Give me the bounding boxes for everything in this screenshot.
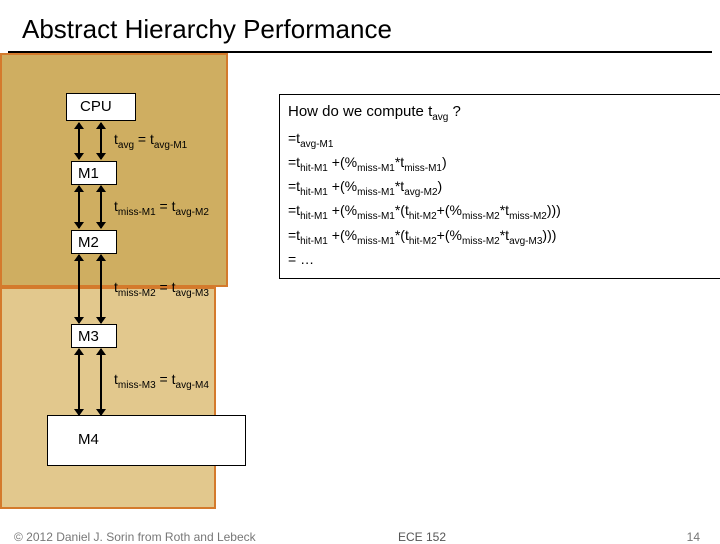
callout-line-2: =thit-M1 +(%miss-M1*tmiss-M1) [288,152,714,176]
l2-end: ) [442,154,447,170]
m4-box [47,415,246,466]
edge-eq-3-lhs: miss-M2 [118,288,156,299]
l4-end: ))) [547,202,561,218]
edge-eq-4-rhs: avg-M4 [176,380,209,391]
l2-m2: *t [395,154,404,170]
page-number: 14 [687,530,700,544]
edge-eq-3: tmiss-M2 = tavg-M3 [114,279,209,299]
edge-eq-1-rhs: avg-M1 [154,140,187,151]
callout-line-1: =tavg-M1 [288,128,714,152]
l4-s3: hit-M2 [409,211,437,222]
l3-m1: +(% [328,178,357,194]
callout-heading-sub: avg [432,112,448,123]
callout-heading-suffix: ? [448,103,461,120]
l4-m1: +(% [328,202,357,218]
m1-label: M1 [78,165,99,182]
arrow-m2-m3-a [78,255,80,323]
l3-s2: miss-M1 [357,187,395,198]
callout-line-5: =thit-M1 +(%miss-M1*(thit-M2+(%miss-M2*t… [288,225,714,249]
edge-eq-4: tmiss-M3 = tavg-M4 [114,371,209,391]
l6-pre: = … [288,251,314,267]
l3-end: ) [438,178,443,194]
l5-s4: miss-M2 [462,235,500,246]
m3-label: M3 [78,328,99,345]
diagram-stage: M4 M3 M2 M1 CPU tavg = tavg-M1 tmiss-M1 … [0,53,720,473]
l5-end: ))) [542,227,556,243]
l4-m2: *(t [395,202,409,218]
course-code: ECE 152 [398,530,446,544]
l4-s4: miss-M2 [462,211,500,222]
l4-s5: miss-M2 [509,211,547,222]
callout-line-4: =thit-M1 +(%miss-M1*(thit-M2+(%miss-M2*t… [288,200,714,224]
l5-s5: avg-M3 [509,235,542,246]
l5-m3: +(% [437,227,462,243]
l4-s1: hit-M1 [300,211,328,222]
edge-eq-1-lhs: avg [118,140,134,151]
edge-eq-2-rhs: avg-M2 [176,207,209,218]
l3-pre: =t [288,178,300,194]
l5-s3: hit-M2 [409,235,437,246]
l2-m1: +(% [328,154,357,170]
edge-eq-2: tmiss-M1 = tavg-M2 [114,198,209,218]
copyright-text: © 2012 Daniel J. Sorin from Roth and Leb… [14,530,256,544]
l3-s3: avg-M2 [404,187,437,198]
m4-label: M4 [78,431,99,448]
callout-line-3: =thit-M1 +(%miss-M1*tavg-M2) [288,176,714,200]
l5-pre: =t [288,227,300,243]
l3-m2: *t [395,178,404,194]
arrow-m2-m3-b [100,255,102,323]
arrow-m3-m4-b [100,349,102,415]
l4-pre: =t [288,202,300,218]
m2-label: M2 [78,234,99,251]
slide-title: Abstract Hierarchy Performance [0,0,720,51]
l4-s2: miss-M1 [357,211,395,222]
edge-eq-3-rhs: avg-M3 [176,288,209,299]
edge-eq-2-lhs: miss-M1 [118,207,156,218]
l1-s1: avg-M1 [300,138,333,149]
edge-eq-4-lhs: miss-M3 [118,380,156,391]
arrow-cpu-m1-b [100,123,102,159]
callout-heading-prefix: How do we compute t [288,103,432,120]
callout-heading: How do we compute tavg ? [288,100,714,126]
l5-m1: +(% [328,227,357,243]
arrow-m3-m4-a [78,349,80,415]
l5-s2: miss-M1 [357,235,395,246]
l2-s1: hit-M1 [300,163,328,174]
l4-m3: +(% [437,202,462,218]
arrow-cpu-m1-a [78,123,80,159]
arrow-m1-m2-b [100,186,102,228]
l2-pre: =t [288,154,300,170]
l2-s2: miss-M1 [357,163,395,174]
l5-m2: *(t [395,227,409,243]
l5-m4: *t [500,227,509,243]
l1-pre: =t [288,130,300,146]
callout-line-6: = … [288,249,714,271]
derivation-callout: How do we compute tavg ? =tavg-M1 =thit-… [279,94,720,279]
cpu-label: CPU [80,98,112,115]
l5-s1: hit-M1 [300,235,328,246]
l3-s1: hit-M1 [300,187,328,198]
edge-eq-1: tavg = tavg-M1 [114,131,187,151]
m3-inner-region [0,287,216,509]
l2-s3: miss-M1 [404,163,442,174]
arrow-m1-m2-a [78,186,80,228]
l4-m4: *t [500,202,509,218]
